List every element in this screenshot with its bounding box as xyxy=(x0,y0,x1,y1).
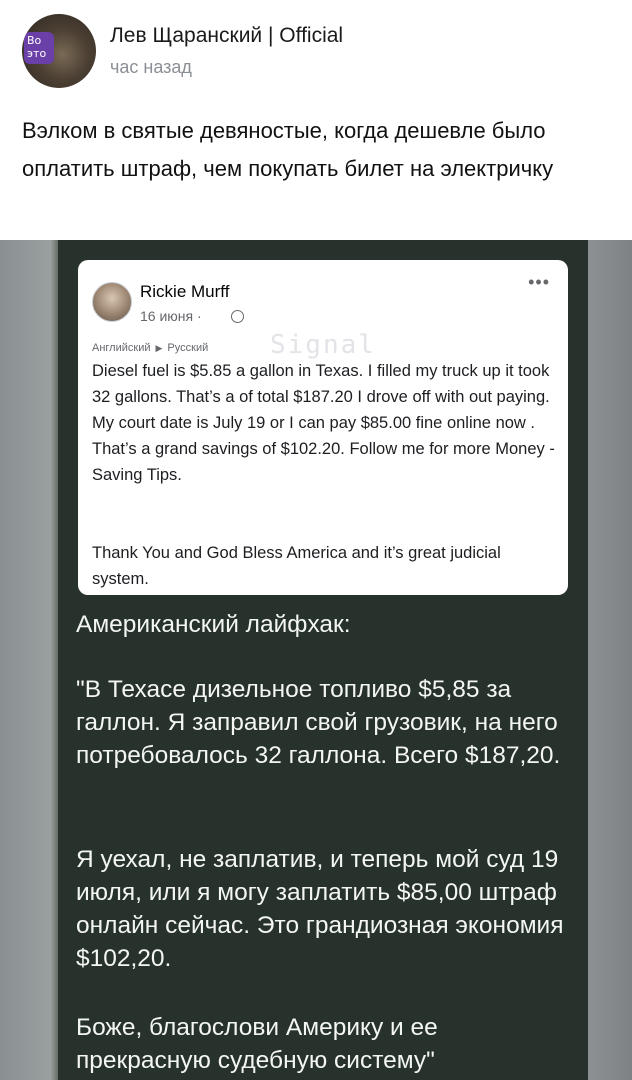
fb-post-date: 16 июня · xyxy=(140,308,202,324)
facebook-post-card: Rickie Murff 16 июня · ••• Signal Англий… xyxy=(78,260,568,595)
author-avatar[interactable]: Во это xyxy=(22,14,96,88)
chat-screenshot-panel: Rickie Murff 16 июня · ••• Signal Англий… xyxy=(58,240,588,1080)
avatar-badge: Во это xyxy=(24,32,54,64)
fb-translation-line: Английский ▶ Русский xyxy=(92,342,208,354)
signal-watermark: Signal xyxy=(270,330,376,360)
fb-avatar xyxy=(92,282,132,322)
translate-from: Английский xyxy=(92,342,151,354)
author-name[interactable]: Лев Щаранский | Official xyxy=(110,24,343,48)
fb-post-body-2: Thank You and God Bless America and it’s… xyxy=(92,544,501,588)
globe-icon xyxy=(231,310,244,323)
fb-post-body: Diesel fuel is $5.85 a gallon in Texas. … xyxy=(92,362,555,484)
ru-paragraph-3: Боже, благослови Америку и ее прекрасную… xyxy=(76,1014,438,1074)
more-icon: ••• xyxy=(528,272,550,292)
arrow-right-icon: ▶ xyxy=(155,343,163,353)
ru-heading: Американский лайфхак: xyxy=(76,611,351,638)
post-header: Во это Лев Щаранский | Official час наза… xyxy=(0,0,632,100)
translate-to: Русский xyxy=(167,342,209,354)
fb-author-name: Rickie Murff xyxy=(140,282,230,301)
attached-image[interactable]: Rickie Murff 16 июня · ••• Signal Англий… xyxy=(0,240,632,1080)
ru-paragraph-1: "В Техасе дизельное топливо $5,85 за гал… xyxy=(76,676,561,769)
post-text: Вэлком в святые девяностые, когда дешевл… xyxy=(22,118,554,181)
post-time[interactable]: час назад xyxy=(110,57,192,78)
ru-paragraph-2: Я уехал, не заплатив, и теперь мой суд 1… xyxy=(76,846,564,972)
